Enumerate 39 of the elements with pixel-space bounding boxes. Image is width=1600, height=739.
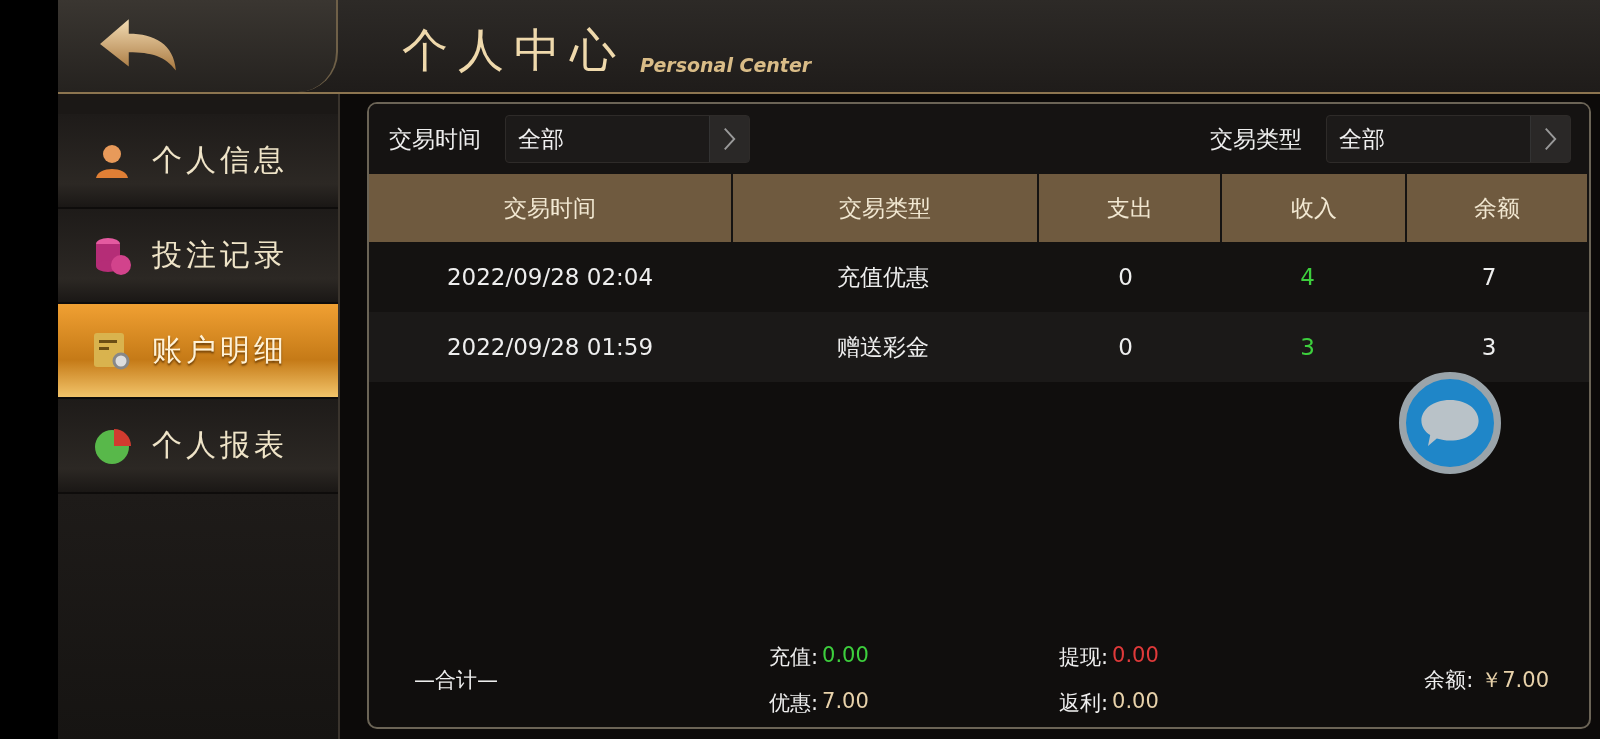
- column-header: 交易类型: [733, 174, 1039, 242]
- column-header: 余额: [1407, 174, 1589, 242]
- table-cell-text: 充值优惠: [836, 262, 930, 292]
- chevron-right-icon: [709, 116, 749, 162]
- table-cell-text: 3: [1299, 333, 1316, 362]
- summary-label: 优惠:: [769, 689, 819, 717]
- back-button[interactable]: [58, 0, 338, 92]
- filter-label: 交易时间: [389, 124, 481, 154]
- sidebar-item[interactable]: 投注记录: [58, 209, 338, 304]
- table-cell-text: 3: [1480, 333, 1498, 362]
- table-cell-text: 4: [1299, 263, 1316, 292]
- summary-label: 提现:: [1059, 643, 1109, 671]
- sidebar-item[interactable]: 个人信息: [58, 114, 338, 209]
- summary-value: 0.00: [1112, 688, 1159, 715]
- sidebar-item[interactable]: 个人报表: [58, 399, 338, 494]
- filter-label: 交易类型: [1210, 124, 1302, 154]
- table-cell-text: 0: [1117, 263, 1134, 292]
- total-label: —合计—: [414, 666, 499, 694]
- summary-label: 返利:: [1059, 689, 1109, 717]
- balance-label: 余额:: [1424, 666, 1474, 694]
- page-title: 个人中心: [402, 22, 626, 79]
- summary-value: 0.00: [822, 642, 869, 669]
- table-cell-text: 2022/09/28 02:04: [445, 263, 655, 292]
- document-search-icon: [92, 330, 132, 371]
- table-cell-text: 0: [1117, 333, 1134, 362]
- page-subtitle: Personal Center: [640, 54, 812, 78]
- balance-value: ￥7.00: [1481, 666, 1549, 694]
- summary-value: 7.00: [822, 688, 869, 715]
- column-header: 收入: [1222, 174, 1407, 242]
- summary-value: 0.00: [1112, 642, 1159, 669]
- filter-dropdown[interactable]: 全部: [1326, 115, 1571, 163]
- table-cell-text: 赠送彩金: [836, 332, 930, 362]
- filter-dropdown[interactable]: 全部: [505, 115, 750, 163]
- column-header: 支出: [1039, 174, 1222, 242]
- column-header: 交易时间: [369, 174, 733, 242]
- summary-label: 充值:: [769, 643, 819, 671]
- table-cell-text: 7: [1480, 263, 1498, 292]
- table-cell-text: 2022/09/28 01:59: [445, 333, 655, 362]
- chevron-right-icon: [1530, 116, 1570, 162]
